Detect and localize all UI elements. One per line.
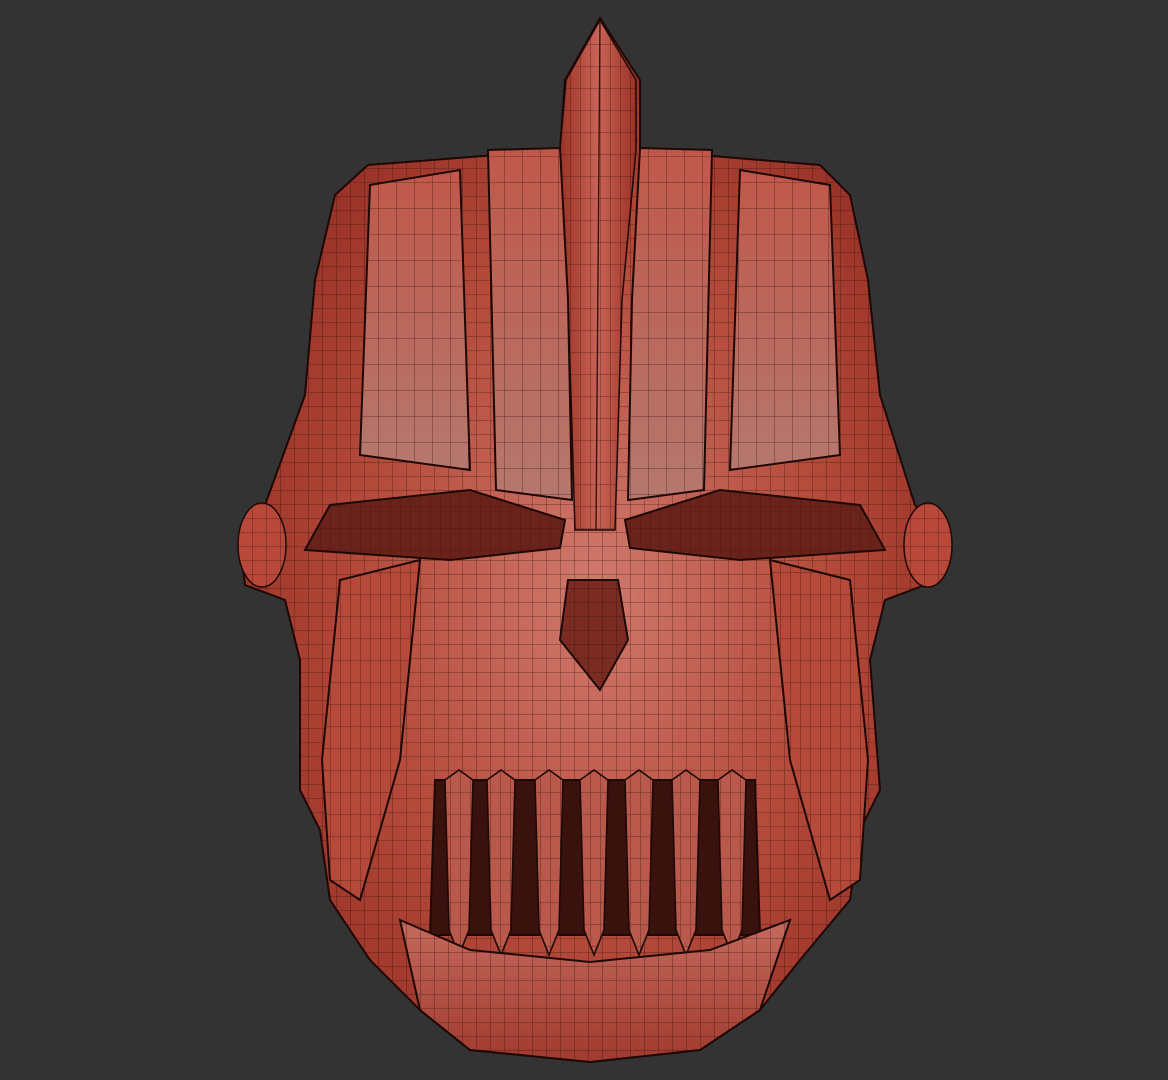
grille-bar-mesh [535,770,563,955]
ear-bump-left [237,502,287,588]
grille-bar-mesh [487,770,515,955]
ear-bump-right [903,502,953,588]
grille-bar-mesh [718,770,746,955]
grille-bar-mesh [672,770,700,955]
3d-viewport[interactable] [0,0,1168,1080]
grille-bar-mesh [445,770,473,955]
helmet-model [237,16,953,1064]
grille-bar-mesh [580,770,608,955]
grille-bar-mesh [625,770,653,955]
mouth-grille [428,769,762,958]
